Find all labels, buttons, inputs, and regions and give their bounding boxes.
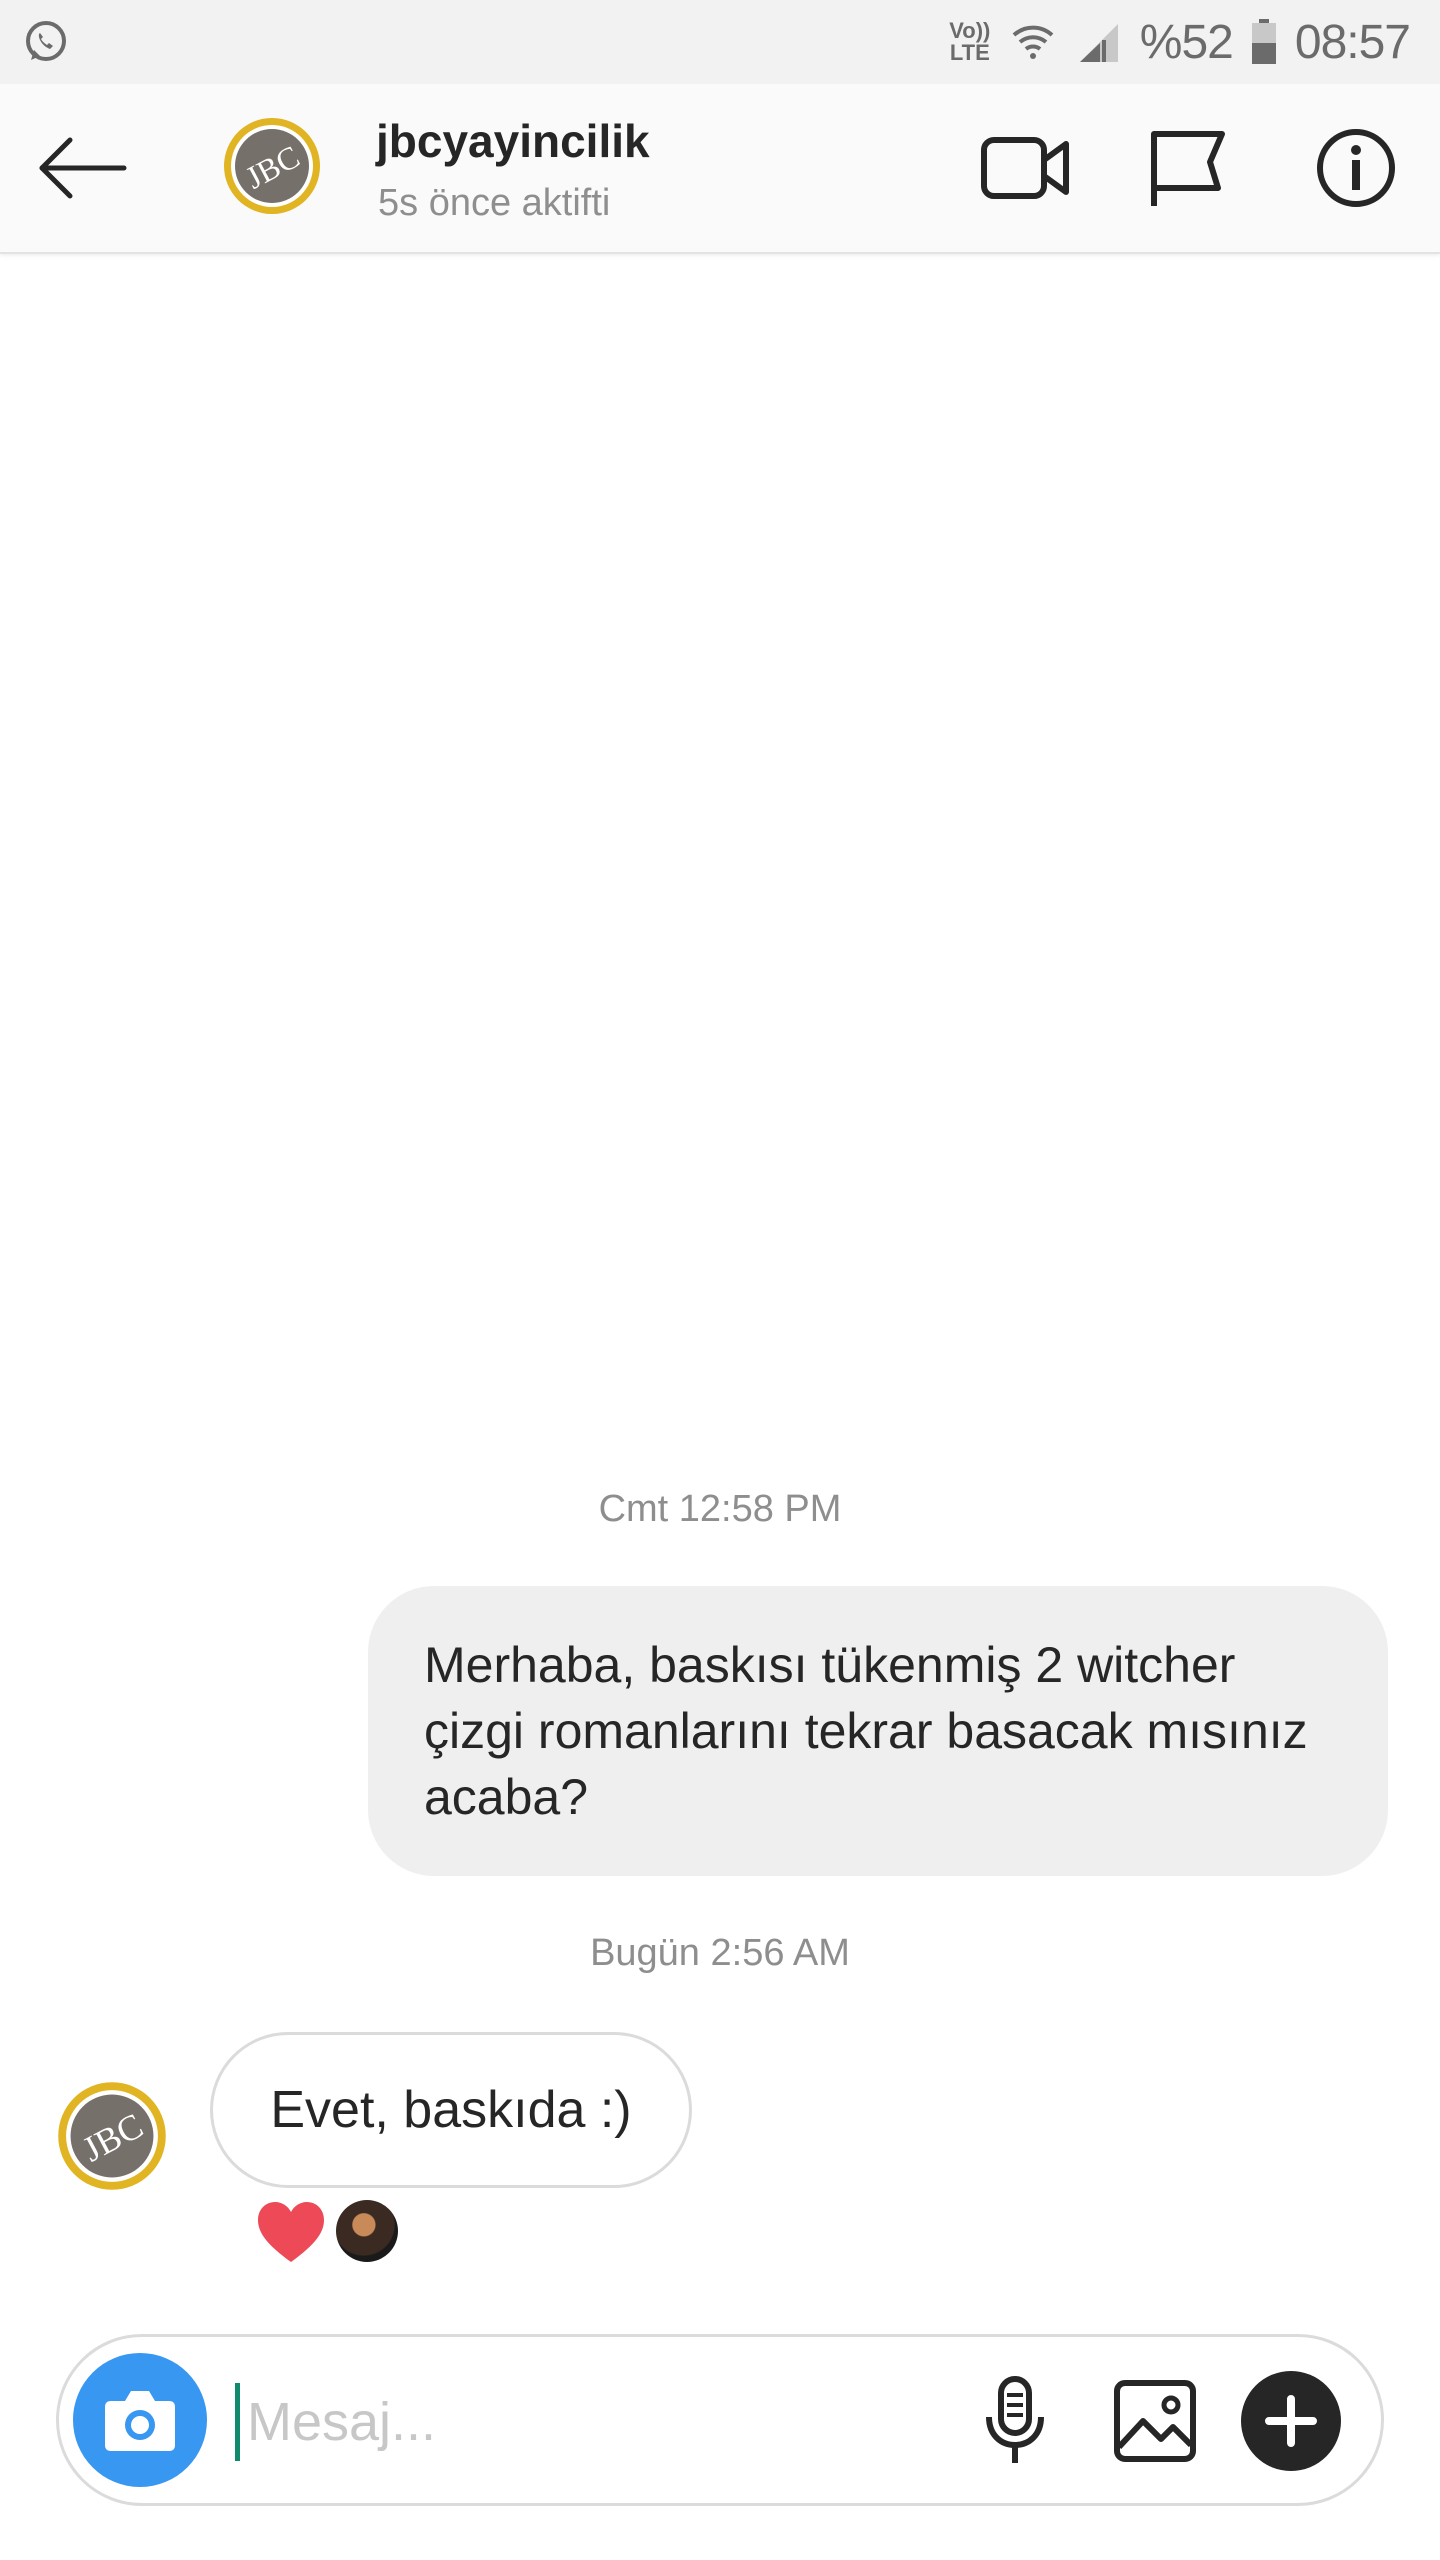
message-timestamp: Cmt 12:58 PM bbox=[598, 1488, 842, 1530]
outgoing-message-bubble[interactable]: Merhaba, baskısı tükenmiş 2 witcher çizg… bbox=[368, 1586, 1388, 1876]
gallery-icon[interactable] bbox=[1105, 2371, 1205, 2471]
text-cursor bbox=[235, 2383, 240, 2461]
chat-username[interactable]: jbcyayincilik bbox=[376, 114, 650, 168]
message-timestamp: Bugün 2:56 AM bbox=[590, 1932, 850, 1974]
camera-button[interactable] bbox=[73, 2353, 207, 2487]
sender-avatar[interactable]: JBC bbox=[56, 2080, 168, 2192]
signal-icon bbox=[1079, 24, 1118, 62]
battery-percent: %52 bbox=[1139, 15, 1234, 69]
heart-icon[interactable] bbox=[256, 2200, 326, 2264]
info-icon[interactable] bbox=[1310, 126, 1400, 210]
message-composer bbox=[56, 2334, 1384, 2506]
plus-icon[interactable] bbox=[1239, 2369, 1343, 2473]
microphone-icon[interactable] bbox=[965, 2371, 1065, 2471]
reactor-avatar[interactable] bbox=[336, 2200, 398, 2262]
clock: 08:57 bbox=[1294, 15, 1411, 69]
flag-icon[interactable] bbox=[1142, 126, 1232, 210]
wifi-icon bbox=[1012, 25, 1054, 59]
whatsapp-icon bbox=[26, 21, 66, 61]
volte-label: Vo)) LTE bbox=[949, 18, 991, 65]
back-arrow-icon[interactable] bbox=[36, 136, 132, 200]
active-status: 5s önce aktifti bbox=[378, 182, 611, 224]
avatar[interactable]: JBC bbox=[222, 116, 322, 216]
status-bar: Vo)) LTE %52 08:57 bbox=[0, 0, 1440, 84]
video-call-icon[interactable] bbox=[980, 126, 1070, 210]
incoming-message-bubble[interactable]: Evet, baskıda :) bbox=[210, 2032, 692, 2188]
message-input[interactable] bbox=[245, 2371, 949, 2473]
battery-icon bbox=[1251, 19, 1276, 64]
chat-header: JBC jbcyayincilik 5s önce aktifti bbox=[0, 84, 1440, 254]
camera-icon bbox=[105, 2391, 175, 2451]
